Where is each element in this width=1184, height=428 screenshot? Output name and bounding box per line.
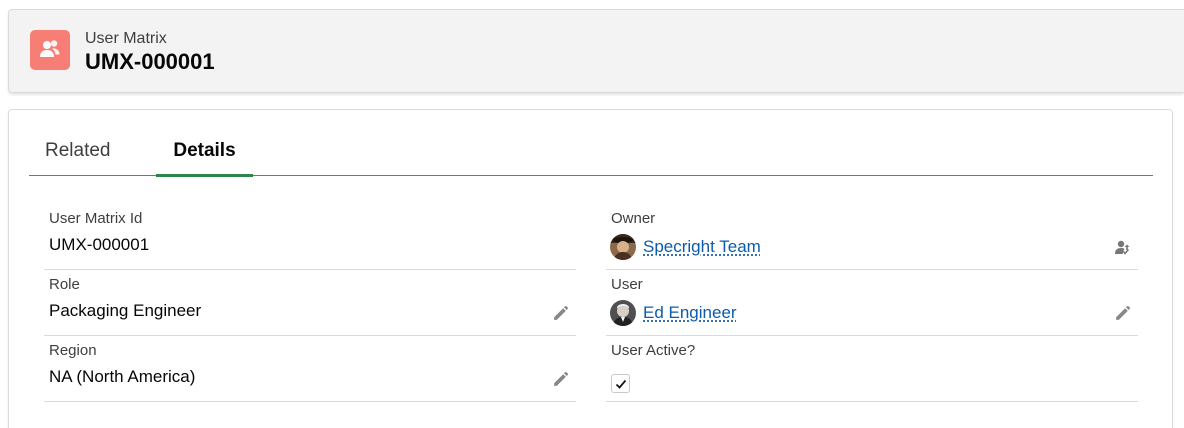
field-user-active: User Active? — [606, 336, 1138, 402]
field-label: Role — [49, 276, 80, 293]
field-value: UMX-000001 — [49, 235, 149, 255]
owner-link[interactable]: Specright Team — [643, 237, 761, 257]
field-label: User Matrix Id — [49, 210, 142, 227]
field-value: NA (North America) — [49, 367, 195, 387]
record-type-label: User Matrix — [85, 30, 167, 48]
field-region: Region NA (North America) — [44, 336, 576, 402]
field-user: User Ed Engineer — [606, 270, 1138, 336]
field-label: User Active? — [611, 342, 695, 359]
tab-related[interactable]: Related — [45, 132, 111, 176]
checkmark-icon — [615, 378, 627, 390]
tab-details[interactable]: Details — [156, 132, 253, 176]
pencil-edit-icon[interactable] — [550, 369, 570, 389]
field-label: Region — [49, 342, 97, 359]
record-page: User Matrix UMX-000001 Related Details U… — [0, 0, 1184, 428]
user-avatar — [610, 300, 636, 326]
field-user-matrix-id: User Matrix Id UMX-000001 — [44, 204, 576, 270]
owner-avatar — [610, 234, 636, 260]
user-link[interactable]: Ed Engineer — [643, 303, 737, 323]
record-header: User Matrix UMX-000001 — [8, 9, 1184, 93]
details-panel: Related Details User Matrix Id UMX-00000… — [8, 109, 1173, 428]
field-label: User — [611, 276, 643, 293]
field-owner: Owner Specright Team — [606, 204, 1138, 270]
field-label: Owner — [611, 210, 655, 227]
user-active-checkbox[interactable] — [611, 374, 630, 393]
user-matrix-icon — [30, 30, 70, 70]
pencil-edit-icon[interactable] — [550, 303, 570, 323]
record-title: UMX-000001 — [85, 49, 215, 75]
change-owner-icon[interactable] — [1112, 237, 1132, 257]
pencil-edit-icon[interactable] — [1112, 303, 1132, 323]
field-role: Role Packaging Engineer — [44, 270, 576, 336]
field-value: Packaging Engineer — [49, 301, 201, 321]
tab-bar: Related Details — [29, 132, 1153, 176]
